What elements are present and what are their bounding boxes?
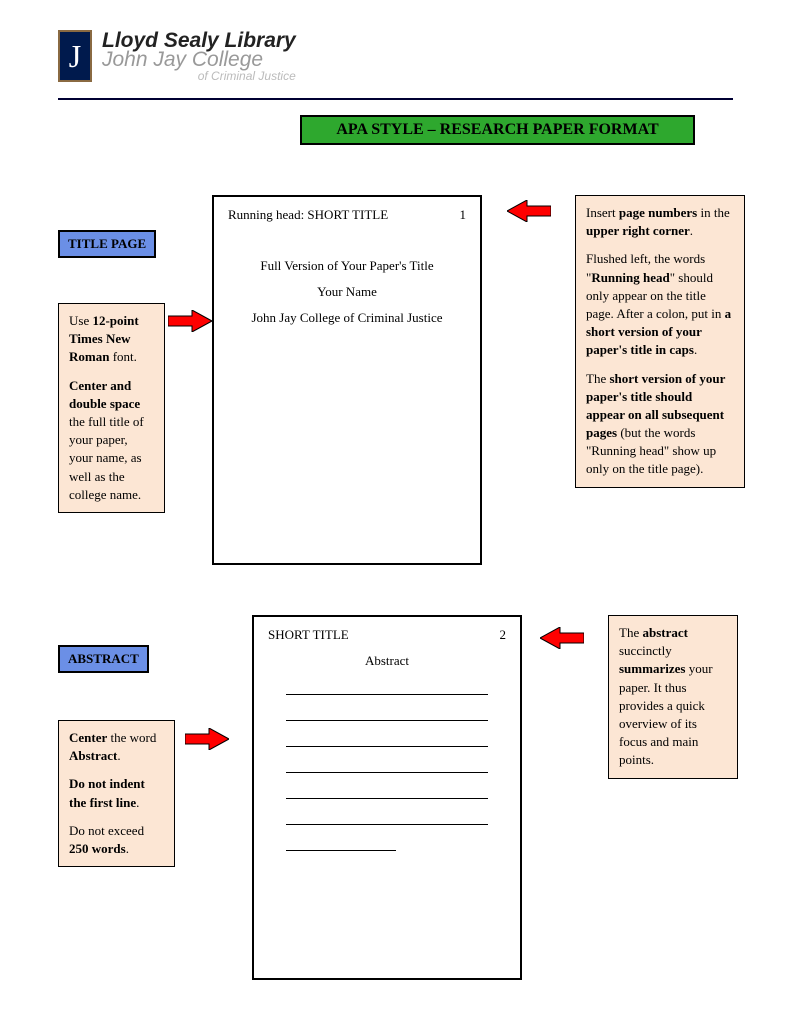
abstract-line [286, 829, 396, 851]
arrow-right-icon [185, 728, 229, 750]
box-font-instructions: Use 12-point Times New Roman font. Cente… [58, 303, 165, 513]
title-banner: APA STYLE – RESEARCH PAPER FORMAT [300, 115, 695, 145]
font-p2: Center and double space the full title o… [69, 377, 154, 504]
abstract-line [286, 725, 488, 747]
label-abstract: ABSTRACT [58, 645, 149, 673]
box-abstract-right: The abstract succinctly summarizes your … [608, 615, 738, 779]
running-head-text: Running head: SHORT TITLE [228, 207, 388, 223]
paper1-header: Running head: SHORT TITLE 1 [228, 207, 466, 223]
arrow-right-icon [168, 310, 212, 332]
label-title-page: TITLE PAGE [58, 230, 156, 258]
abstract-heading: Abstract [268, 653, 506, 669]
title-page-mockup: Running head: SHORT TITLE 1 Full Version… [212, 195, 482, 565]
abstract-line [286, 699, 488, 721]
pn-p2: Flushed left, the words "Running head" s… [586, 250, 734, 359]
paper1-institution: John Jay College of Criminal Justice [228, 305, 466, 331]
header-line2: John Jay College [102, 49, 296, 70]
header-text: Lloyd Sealy Library John Jay College of … [102, 30, 296, 82]
box-page-number: Insert page numbers in the upper right c… [575, 195, 745, 488]
pn-p1: Insert page numbers in the upper right c… [586, 204, 734, 240]
short-title-text: SHORT TITLE [268, 627, 349, 643]
abs-p2: Do not indent the first line. [69, 775, 164, 811]
paper1-center: Full Version of Your Paper's Title Your … [228, 253, 466, 331]
page-number-1: 1 [460, 207, 467, 223]
abstract-page-mockup: SHORT TITLE 2 Abstract [252, 615, 522, 980]
paper1-title: Full Version of Your Paper's Title [228, 253, 466, 279]
pn-p3: The short version of your paper's title … [586, 370, 734, 479]
abstract-line [286, 751, 488, 773]
logo-icon: J [58, 30, 92, 82]
abstract-line [286, 673, 488, 695]
page-number-2: 2 [500, 627, 507, 643]
arrow-left-icon [507, 200, 551, 222]
arrow-left-icon [540, 627, 584, 649]
absr-p1: The abstract succinctly summarizes your … [619, 624, 727, 770]
abs-p3: Do not exceed 250 words. [69, 822, 164, 858]
library-header: J Lloyd Sealy Library John Jay College o… [58, 30, 733, 100]
font-p1: Use 12-point Times New Roman font. [69, 312, 154, 367]
box-abstract-left: Center the word Abstract. Do not indent … [58, 720, 175, 867]
paper2-header: SHORT TITLE 2 [268, 627, 506, 643]
abs-p1: Center the word Abstract. [69, 729, 164, 765]
header-line3: of Criminal Justice [102, 70, 296, 82]
abstract-line [286, 803, 488, 825]
paper1-author: Your Name [228, 279, 466, 305]
abstract-line [286, 777, 488, 799]
